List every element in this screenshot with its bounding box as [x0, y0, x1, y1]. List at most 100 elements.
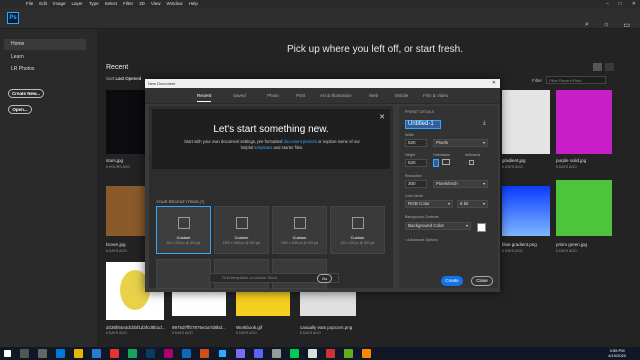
app-icon[interactable]: [254, 349, 263, 358]
app-icon[interactable]: [182, 349, 191, 358]
dialog-close-icon[interactable]: ✕: [492, 79, 496, 88]
menu-image[interactable]: Image: [53, 1, 66, 6]
preset-card[interactable]: [156, 259, 211, 289]
thumb-green[interactable]: [556, 180, 612, 236]
sidebar-item-learn[interactable]: Learn: [11, 54, 24, 60]
preset-card[interactable]: Custom 320 x 520 px @ 300 ppi: [156, 206, 211, 254]
background-color-swatch[interactable]: [477, 223, 486, 232]
edge-icon[interactable]: [56, 349, 65, 358]
save-preset-icon[interactable]: ⤓: [483, 120, 486, 127]
photoshop-taskbar-icon[interactable]: [218, 349, 227, 358]
app-icon[interactable]: [344, 349, 353, 358]
thumb-white[interactable]: [172, 292, 226, 316]
app-icon[interactable]: [290, 349, 299, 358]
minimize-icon[interactable]: –: [606, 1, 609, 7]
width-unit-select[interactable]: Pixels: [433, 139, 488, 147]
landscape-orientation-icon[interactable]: [442, 159, 450, 165]
templates-link[interactable]: templates: [254, 145, 272, 150]
tab-photo[interactable]: Photo: [267, 93, 279, 98]
app-icon[interactable]: [164, 349, 173, 358]
search-taskbar-icon[interactable]: [20, 349, 29, 358]
thumb-brown[interactable]: [106, 186, 150, 236]
sort-dropdown[interactable]: Last Opened: [116, 76, 142, 81]
create-button[interactable]: Create: [441, 276, 463, 286]
thumb-stars[interactable]: [106, 90, 150, 154]
app-icon[interactable]: [146, 349, 155, 358]
maximize-icon[interactable]: □: [619, 1, 622, 7]
tab-saved[interactable]: Saved: [233, 93, 246, 98]
start-icon[interactable]: [4, 350, 11, 357]
preset-card[interactable]: Custom 1920 x 1080 px @ 300 ppi: [272, 206, 327, 254]
thumb-purple[interactable]: [556, 90, 612, 154]
orientation-label: Orientation: [433, 153, 451, 157]
document-icon: [352, 217, 364, 229]
document-icon: [236, 217, 248, 229]
preset-card[interactable]: Custom 1920 x 1080 px @ 300 ppi: [214, 206, 269, 254]
grid-view-icon[interactable]: [593, 63, 602, 71]
sidebar-item-lr-photos[interactable]: LR Photos: [11, 66, 34, 72]
app-icon[interactable]: [128, 349, 137, 358]
tab-mobile[interactable]: Mobile: [395, 93, 408, 98]
tab-art-illustration[interactable]: Art & Illustration: [320, 93, 352, 98]
thumb-blue-gradient[interactable]: [502, 186, 550, 236]
close-icon[interactable]: ✕: [632, 1, 636, 7]
document-presets-link[interactable]: document presets: [284, 139, 317, 144]
app-icon[interactable]: [272, 349, 281, 358]
thumb-gradient[interactable]: [502, 90, 550, 154]
advanced-options-toggle[interactable]: › Advanced Options: [405, 238, 438, 242]
top-icons: ⌕ ☼ ▭: [585, 21, 630, 29]
width-input[interactable]: 520: [405, 139, 427, 147]
tab-web[interactable]: Web: [369, 93, 378, 98]
document-name-input[interactable]: Untitled-1: [405, 120, 441, 129]
app-icon[interactable]: [326, 349, 335, 358]
filter-input[interactable]: Filter Recent Files: [546, 76, 606, 84]
list-view-icon[interactable]: [605, 63, 614, 71]
app-icon[interactable]: [110, 349, 119, 358]
hero-close-icon[interactable]: ✕: [379, 113, 385, 121]
height-input[interactable]: 520: [405, 159, 427, 167]
artboards-checkbox[interactable]: [469, 160, 474, 165]
lightbulb-icon[interactable]: ☼: [603, 21, 609, 29]
create-new-button[interactable]: Create New...: [8, 89, 44, 98]
menu-window[interactable]: Window: [167, 1, 183, 6]
resolution-label: Resolution: [405, 174, 422, 178]
tab-film-video[interactable]: Film & Video: [423, 93, 448, 98]
tab-recent[interactable]: Recent: [197, 93, 212, 102]
bit-depth-select[interactable]: 8 bit: [457, 200, 488, 208]
menu-help[interactable]: Help: [189, 1, 198, 6]
menu-file[interactable]: File: [26, 1, 33, 6]
app-icon[interactable]: [236, 349, 245, 358]
menu-select[interactable]: Select: [105, 1, 118, 6]
file-explorer-icon[interactable]: [74, 349, 83, 358]
menu-view[interactable]: View: [151, 1, 161, 6]
color-mode-select[interactable]: RGB Color: [405, 200, 453, 208]
taskbar-clock[interactable]: 3:55 PM 4/10/2020: [608, 348, 626, 358]
menu-3d[interactable]: 3D: [139, 1, 145, 6]
thumb-workbook[interactable]: [236, 292, 290, 316]
sidebar-item-home[interactable]: Home: [11, 41, 24, 47]
resolution-input[interactable]: 300: [405, 180, 427, 188]
task-view-icon[interactable]: [38, 349, 47, 358]
menu-filter[interactable]: Filter: [123, 1, 133, 6]
menu-items: File Edit Image Layer Type Select Filter…: [26, 1, 198, 6]
hero-text-1: Start with your own document settings, p…: [184, 139, 283, 144]
menu-type[interactable]: Type: [89, 1, 99, 6]
store-icon[interactable]: [92, 349, 101, 358]
close-button[interactable]: Close: [471, 276, 493, 286]
menu-layer[interactable]: Layer: [72, 1, 83, 6]
search-icon[interactable]: ⌕: [585, 21, 589, 29]
app-icon[interactable]: [362, 349, 371, 358]
window-icon[interactable]: ▭: [623, 21, 630, 29]
file-name: blue gradient.png: [502, 242, 537, 247]
app-icon[interactable]: [308, 349, 317, 358]
portrait-orientation-icon[interactable]: [433, 159, 439, 167]
background-select[interactable]: Background Color: [405, 222, 471, 230]
menu-edit[interactable]: Edit: [39, 1, 47, 6]
open-button[interactable]: Open...: [8, 105, 32, 114]
app-icon[interactable]: [200, 349, 209, 358]
preset-card[interactable]: Custom 320 x 320 px @ 300 ppi: [330, 206, 385, 254]
tab-print[interactable]: Print: [296, 93, 305, 98]
thumb-popcorn[interactable]: [300, 292, 356, 316]
go-button[interactable]: Go: [317, 274, 332, 283]
resolution-unit-select[interactable]: Pixels/Inch: [433, 180, 488, 188]
